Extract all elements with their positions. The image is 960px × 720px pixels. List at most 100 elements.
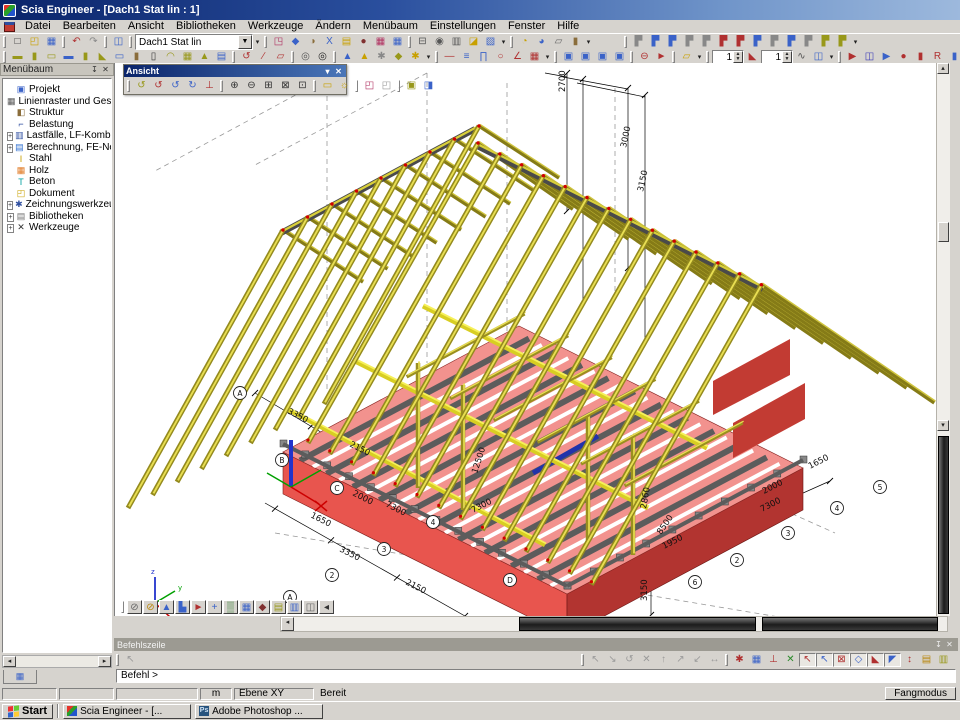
- support-node-icon[interactable]: ●: [895, 50, 912, 64]
- chevron-down-icon[interactable]: ▾: [322, 66, 333, 77]
- plate-icon[interactable]: ▭: [111, 50, 128, 64]
- raster-icon[interactable]: ▦: [526, 50, 543, 64]
- toolbar-grip[interactable]: [706, 51, 709, 63]
- mask-icon[interactable]: ●: [355, 35, 372, 49]
- toolbar-grip[interactable]: [291, 51, 294, 63]
- menu-item-menbaum[interactable]: Menübaum: [357, 20, 424, 33]
- cursor-icon[interactable]: ↖: [122, 653, 139, 667]
- move-icon[interactable]: ▣: [594, 50, 611, 64]
- toolbar-grip[interactable]: [220, 80, 223, 92]
- preview-icon[interactable]: ◉: [431, 35, 448, 49]
- toolbar-grip[interactable]: [104, 36, 107, 48]
- snap-box-icon[interactable]: ⊠: [833, 653, 850, 667]
- select-clear-icon[interactable]: ✕: [638, 653, 655, 667]
- dimension-icon[interactable]: +: [207, 600, 222, 614]
- toolbar-grip[interactable]: [630, 51, 633, 63]
- notebook-icon[interactable]: ▤: [338, 35, 355, 49]
- axes-icon[interactable]: X: [321, 35, 338, 49]
- hinge-icon[interactable]: ↺: [238, 50, 255, 64]
- stepper-arrows-icon[interactable]: ▲▼: [782, 51, 792, 63]
- view-toggle-5-icon[interactable]: ▛: [698, 35, 715, 49]
- toolbar-grip[interactable]: [725, 654, 728, 666]
- snap-grid-icon[interactable]: ▦: [748, 653, 765, 667]
- opening-icon[interactable]: ▯: [145, 50, 162, 64]
- menu-item-werkzeuge[interactable]: Werkzeuge: [242, 20, 309, 33]
- hscroll-thumb[interactable]: [519, 617, 756, 631]
- circle-icon[interactable]: ○: [492, 50, 509, 64]
- scroll-down-icon[interactable]: ▾: [937, 420, 949, 431]
- scroll-right-icon[interactable]: ▸: [98, 656, 111, 667]
- sidebar-item-werkzeuge[interactable]: +✕Werkzeuge: [7, 222, 111, 234]
- toolbar-grip[interactable]: [333, 51, 336, 63]
- more-options-icon[interactable]: ▾: [584, 38, 593, 46]
- more-options-icon[interactable]: ▾: [827, 53, 836, 61]
- render-mode-icon[interactable]: ⊘: [143, 600, 158, 614]
- status-plane[interactable]: Ebene XY: [234, 688, 314, 700]
- delete-icon[interactable]: ⊖: [636, 50, 653, 64]
- layer-stepper[interactable]: 1▲▼: [761, 50, 793, 64]
- mesh-icon[interactable]: ▦: [239, 600, 254, 614]
- rotate-x-icon[interactable]: ↺: [150, 79, 167, 93]
- sidebar-item-projekt[interactable]: ▣Projekt: [7, 84, 111, 96]
- view-toggle-11-icon[interactable]: ▛: [800, 35, 817, 49]
- close-icon[interactable]: ✕: [333, 66, 344, 77]
- new-icon[interactable]: □: [9, 35, 26, 49]
- pin-icon[interactable]: ↧: [89, 64, 100, 75]
- member-1d-icon[interactable]: ▬: [9, 50, 26, 64]
- wall-icon[interactable]: ▮: [128, 50, 145, 64]
- combo-dropdown-icon[interactable]: ▼: [238, 35, 252, 49]
- toolbar-grip[interactable]: [121, 601, 124, 613]
- sidebar-item-holz[interactable]: ▦Holz: [7, 165, 111, 177]
- snap-mode-button[interactable]: Fangmodus: [885, 687, 956, 700]
- snap-layer-icon[interactable]: ▥: [935, 653, 952, 667]
- shell-icon[interactable]: ◠: [162, 50, 179, 64]
- support-wall-icon[interactable]: ▮: [946, 50, 960, 64]
- snap-intersection-icon[interactable]: ✕: [782, 653, 799, 667]
- sidebar-item-stahl[interactable]: IStahl: [7, 153, 111, 165]
- view-toggle-8-icon[interactable]: ▛: [749, 35, 766, 49]
- rotate-z-icon[interactable]: ↻: [184, 79, 201, 93]
- column-icon[interactable]: ▭: [43, 50, 60, 64]
- sidebar-item-struktur[interactable]: ◧Struktur: [7, 107, 111, 119]
- menu-item-hilfe[interactable]: Hilfe: [551, 20, 585, 33]
- star-icon[interactable]: ✱: [407, 50, 424, 64]
- multicopy-icon[interactable]: ▣: [577, 50, 594, 64]
- vscroll-dark-thumb[interactable]: [938, 436, 949, 614]
- zoom-all-icon[interactable]: ⊠: [277, 79, 294, 93]
- surface-icon[interactable]: ▙: [175, 600, 190, 614]
- select-swap-icon[interactable]: ↔: [706, 653, 723, 667]
- light-icon[interactable]: ☼: [336, 79, 353, 93]
- level-icon[interactable]: ▲: [339, 50, 356, 64]
- view-toggle-12-icon[interactable]: ▛: [817, 35, 834, 49]
- sidebar-item-beton[interactable]: TBeton: [7, 176, 111, 188]
- snap-table-icon[interactable]: ▤: [918, 653, 935, 667]
- load-display-icon[interactable]: ►: [191, 600, 206, 614]
- view-toggle-9-icon[interactable]: ▛: [766, 35, 783, 49]
- view-toggle-2-icon[interactable]: ▛: [647, 35, 664, 49]
- toolbar-grip[interactable]: [116, 654, 119, 666]
- snap-perp-icon[interactable]: ⊥: [765, 653, 782, 667]
- table-red-icon[interactable]: ▦: [372, 35, 389, 49]
- snap-tri2-icon[interactable]: ◤: [884, 653, 901, 667]
- sight-1-icon[interactable]: ◎: [297, 50, 314, 64]
- cross-link-icon[interactable]: ∕: [255, 50, 272, 64]
- toolbar-grip[interactable]: [62, 36, 65, 48]
- snap-node-icon[interactable]: ↖: [816, 653, 833, 667]
- viewport-vscrollbar[interactable]: ▴ ▾: [936, 63, 950, 616]
- menu-item-ansicht[interactable]: Ansicht: [122, 20, 170, 33]
- viewpoint-2-icon[interactable]: ◰: [378, 79, 395, 93]
- snap-endpoint-icon[interactable]: ↖: [799, 653, 816, 667]
- toolbar-grip[interactable]: [624, 36, 627, 48]
- tree-expander-icon[interactable]: +: [7, 144, 13, 153]
- wire-mode-icon[interactable]: ⊘: [127, 600, 142, 614]
- collapse-left-icon[interactable]: ◂: [319, 600, 334, 614]
- toolbar-grip[interactable]: [435, 51, 438, 63]
- load-panel-icon[interactable]: ▦: [179, 50, 196, 64]
- toolbar-grip[interactable]: [3, 51, 6, 63]
- toolbar-grip[interactable]: [838, 51, 841, 63]
- scroll-left-icon[interactable]: ◂: [281, 617, 294, 631]
- storey-icon[interactable]: ▲: [356, 50, 373, 64]
- sidebar-item-dokument[interactable]: ◰Dokument: [7, 188, 111, 200]
- toolbar-grip[interactable]: [397, 80, 400, 92]
- hscroll-track[interactable]: [294, 617, 519, 631]
